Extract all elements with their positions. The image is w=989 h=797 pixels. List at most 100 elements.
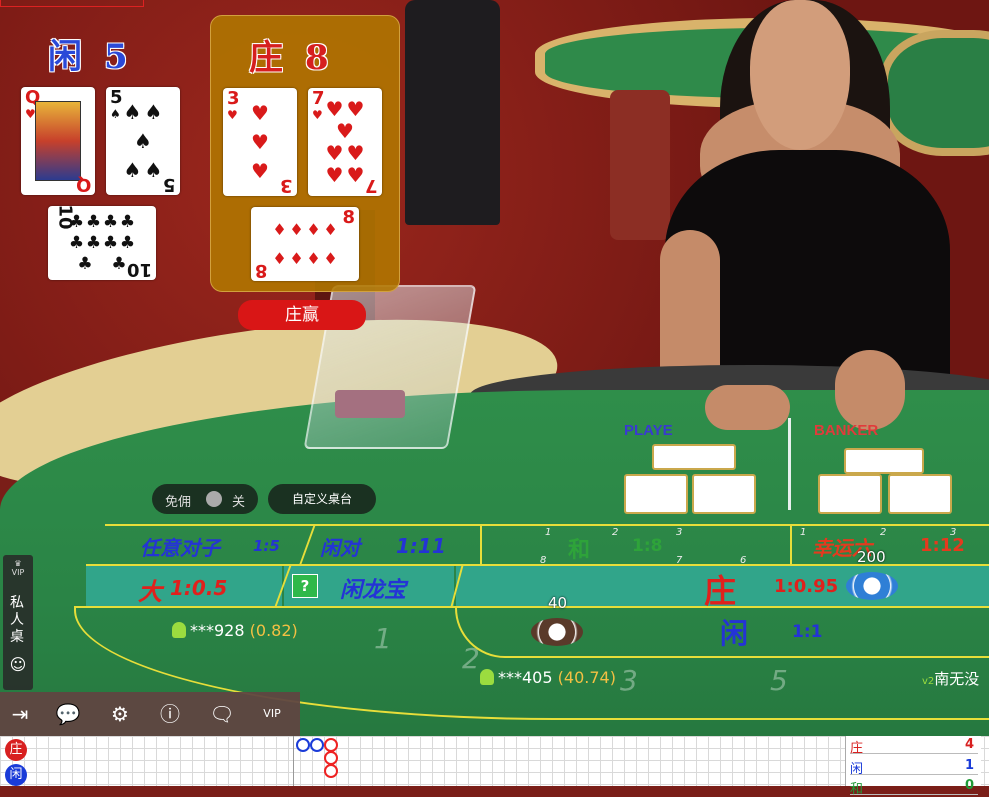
bet-big[interactable]: 大 1:0.5 [86,566,282,606]
banker-label: 庄 [249,38,283,78]
card-pips: ♦ ♦ ♦ ♦ ♦ ♦ ♦ ♦ [272,219,338,268]
lucky-six-odds: 1:12 [920,535,965,556]
seat-number: 1 [545,527,552,538]
user-icon [172,622,186,638]
player-pair-label: 闲对 [320,536,360,560]
card-rank-bottom: 10 [126,259,152,280]
banker-hand-title: 庄8 [249,30,329,79]
big-label: 大 [138,577,162,606]
bettor-amount: (0.82) [249,621,298,640]
card-rank: 7 [312,88,325,109]
seat-number-large: 2 [462,642,480,675]
stat-row-banker: 庄 4 [850,737,978,756]
chip-banker-bet [846,572,898,600]
card-rank-bottom: 7 [365,175,378,196]
table-card [888,474,952,514]
bettor-entry: ***405 (40.74) [480,668,616,687]
layout-line [790,526,792,566]
stat-row-tie: 和 0 [850,778,978,797]
private-table-panel[interactable]: ♛ VIP 私人桌 ☺ [3,555,33,690]
player-card-2: 5 ♠ ♠ ♠ ♠ ♠ ♠ 5 [106,87,180,195]
chat-icon[interactable]: 💬 [54,700,82,728]
vip-crown-icon: ♛ VIP [11,559,25,577]
any-pair-label: 任意对子 [140,536,220,560]
background-pillar [610,90,670,240]
roadmap-grid[interactable]: 庄 闲 [0,736,989,786]
seat-number: 7 [676,555,683,566]
road-mark-banker [324,764,338,778]
table-divider [788,418,791,510]
chip-amount: 40 [548,594,568,612]
table-print-banker: BANKER [814,422,879,439]
result-stats: 庄 4 闲 1 和 0 [845,736,981,797]
help-icon[interactable]: ? [292,574,318,598]
stat-value: 1 [964,758,974,773]
bet-lucky-six[interactable]: 幸运六 1:12 [790,526,989,564]
banker-card-2: 7 ♥ ♥ ♥ ♥ ♥ ♥ ♥ ♥ 7 [308,88,382,196]
bettor-name: ***405 [498,668,553,687]
card-suit: ♠ [110,107,121,121]
vip-label: VIP [11,568,25,577]
bet-player-dragon[interactable]: ? 闲龙宝 [284,566,454,606]
bet-player-pair[interactable]: 闲对 1:11 [308,526,480,564]
tie-label: 和 [568,537,591,563]
player-hand-panel: 闲5 Q ♥ Q 5 ♠ ♠ ♠ ♠ ♠ ♠ 5 10 ♣ ♣ ♣ ♣ ♣ ♣ ♣ ♣ ♣ ♣ 10 [8,15,200,290]
bettor-amount: (40.74) [557,668,616,687]
vip-icon[interactable]: VIP [258,700,286,728]
seat-number: 3 [676,527,683,538]
layout-line [86,564,989,566]
bettor-entry: ***928 (0.82) [172,621,298,640]
layout-line [105,524,989,526]
player-card-3: 10 ♣ ♣ ♣ ♣ ♣ ♣ ♣ ♣ ♣ ♣ 10 [48,204,156,280]
player-dragon-label: 闲龙宝 [340,577,407,603]
card-rank-bottom: 8 [255,260,268,281]
info-icon[interactable]: ⓘ [156,700,184,728]
frame-edge [0,0,144,7]
table-card [624,474,688,514]
table-print-player: PLAYE [624,422,673,439]
card-suit: ♥ [312,108,323,122]
toggle-knob[interactable] [206,491,222,507]
card-rank: 5 [110,87,123,108]
card-pips: ♠ ♠ ♠ ♠ ♠ [123,99,163,183]
player-score: 5 [104,37,128,77]
seat-number: 6 [740,555,747,566]
commission-free-toggle[interactable]: 免佣 关 [152,484,258,514]
vip-badge: v2 [922,676,935,687]
dealer-chat-icon[interactable]: 🗨 [208,700,236,728]
banker-hand-panel: 庄8 3 ♥ ♥ ♥ ♥ 3 7 ♥ ♥ ♥ ♥ ♥ ♥ ♥ ♥ 7 8 ♦ ♦ ♦ ♦ ♦ ♦ ♦ ♦ 8 [210,15,400,292]
seat-number-large: 1 [374,622,392,655]
bettor-name: 南无没 [934,670,980,688]
card-rank: 8 [342,207,355,228]
stat-row-player: 闲 1 [850,758,978,777]
seat-number: 8 [540,555,547,566]
seat-number-large: 3 [620,664,638,697]
table-card [844,448,924,474]
settings-icon[interactable]: ⚙ [106,700,134,728]
big-odds: 1:0.5 [170,576,228,600]
group-icon[interactable]: ☺ [7,655,29,681]
card-rank-bottom: 3 [280,175,293,196]
seat-number: 2 [612,527,619,538]
road-mark-banker [324,751,338,765]
stat-value: 4 [964,737,974,752]
player-hand-title: 闲5 [48,29,128,78]
card-rank-bottom: 5 [163,174,176,195]
layout-line [480,526,482,566]
exit-icon[interactable]: ⇥ [6,700,34,728]
card-pips: ♥ ♥ ♥ [251,100,269,184]
custom-table-button[interactable]: 自定义桌台 [268,484,376,514]
background-table-right [880,30,989,156]
seat-number-large: 5 [770,664,788,697]
dealer-hand-left [705,385,790,430]
queen-face-art [35,101,81,181]
table-card [818,474,882,514]
any-pair-odds: 1:5 [253,537,280,555]
user-icon [480,669,494,685]
bet-any-pair[interactable]: 任意对子 1:5 [105,526,308,564]
card-pips: ♥ ♥ ♥ ♥ ♥ ♥ ♥ [325,97,365,187]
bet-banker[interactable]: 庄 1:0.95 [456,566,989,610]
card-shoe-deck [335,390,405,418]
dealer-face [750,0,850,150]
player-card-1: Q ♥ Q [21,87,95,195]
